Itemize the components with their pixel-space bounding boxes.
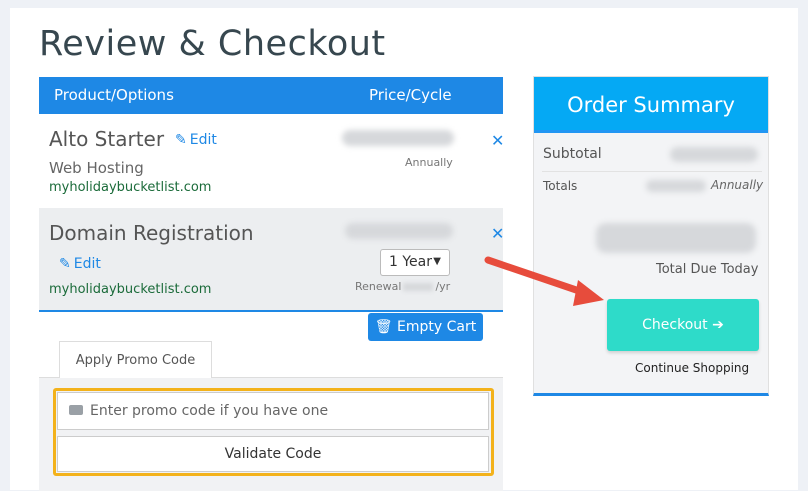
product-subtitle: Web Hosting — [49, 159, 144, 177]
product-domain: myholidaybucketlist.com — [49, 180, 212, 195]
promo-code-input[interactable]: Enter promo code if you have one — [57, 392, 489, 430]
blurred-total-due — [596, 223, 756, 253]
cart-item-hosting: Alto Starter ✎ Edit Web Hosting myholiday… — [39, 114, 504, 208]
total-due-label: Total Due Today — [656, 262, 759, 277]
renewal-suffix: /yr — [435, 280, 451, 293]
cart-table-header: Product/Options Price/Cycle — [39, 77, 503, 114]
order-summary-panel: Order Summary Subtotal Totals Annually T… — [533, 76, 769, 396]
billing-cycle: Annually — [405, 156, 453, 169]
cart-item-domain: Domain Registration ✎ Edit myholidaybucke… — [39, 208, 504, 312]
promo-placeholder: Enter promo code if you have one — [90, 403, 329, 419]
edit-label: Edit — [73, 256, 101, 272]
close-icon[interactable]: ✕ — [491, 131, 504, 150]
edit-label: Edit — [189, 132, 217, 148]
arrow-right-icon: ➔ — [712, 317, 724, 333]
renewal-price: Renewal/yr — [355, 280, 450, 293]
continue-shopping-link[interactable]: Continue Shopping — [635, 361, 749, 375]
pencil-icon: ✎ — [59, 256, 71, 272]
product-name: Domain Registration — [49, 221, 254, 245]
divider — [542, 171, 762, 172]
checkout-button[interactable]: Checkout ➔ — [607, 299, 759, 351]
close-icon[interactable]: ✕ — [491, 224, 504, 243]
empty-cart-label: Empty Cart — [397, 319, 477, 335]
edit-hosting-link[interactable]: ✎ Edit — [175, 132, 217, 148]
annotation-arrow-icon — [484, 256, 604, 306]
product-domain: myholidaybucketlist.com — [49, 282, 212, 297]
order-summary-title: Order Summary — [534, 77, 768, 133]
selected-period: 1 Year — [389, 254, 432, 270]
pencil-icon: ✎ — [175, 132, 187, 148]
totals-label: Totals — [543, 179, 578, 193]
tab-apply-promo-code[interactable]: Apply Promo Code — [59, 341, 212, 378]
renewal-label: Renewal — [355, 280, 402, 293]
checkout-label: Checkout — [642, 317, 708, 333]
column-header-price: Price/Cycle — [369, 86, 452, 104]
subtotal-label: Subtotal — [543, 146, 602, 162]
trash-icon: 🗑 — [374, 319, 393, 335]
totals-cycle: Annually — [711, 178, 764, 192]
blurred-price — [345, 223, 453, 239]
column-header-product: Product/Options — [54, 86, 174, 104]
blurred-totals — [646, 180, 706, 192]
blurred-renewal-price — [403, 283, 434, 291]
product-name: Alto Starter — [49, 127, 165, 151]
edit-domain-link[interactable]: ✎ Edit — [59, 256, 101, 272]
page-title: Review & Checkout — [39, 24, 386, 64]
registration-period-select[interactable]: 1 Year ▼ — [380, 249, 450, 276]
blurred-price — [342, 130, 454, 146]
blurred-subtotal — [670, 147, 758, 162]
empty-cart-button[interactable]: 🗑 Empty Cart — [368, 313, 483, 341]
ticket-icon — [69, 405, 83, 415]
caret-down-icon: ▼ — [433, 256, 441, 267]
validate-code-button[interactable]: Validate Code — [57, 436, 489, 472]
